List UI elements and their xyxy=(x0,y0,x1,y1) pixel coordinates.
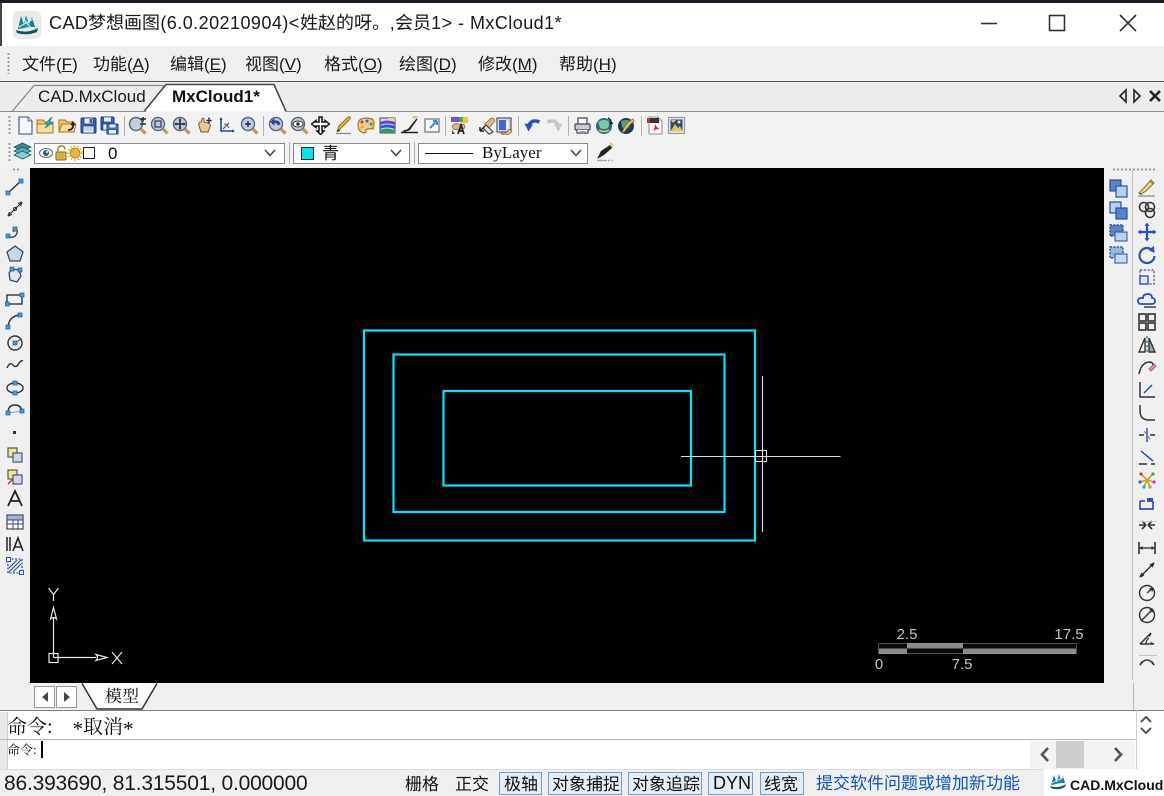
svg-text:2.5: 2.5 xyxy=(897,626,918,643)
svg-text:7.5: 7.5 xyxy=(952,656,973,673)
svg-text:0: 0 xyxy=(875,656,883,673)
svg-text:17.5: 17.5 xyxy=(1054,626,1083,643)
